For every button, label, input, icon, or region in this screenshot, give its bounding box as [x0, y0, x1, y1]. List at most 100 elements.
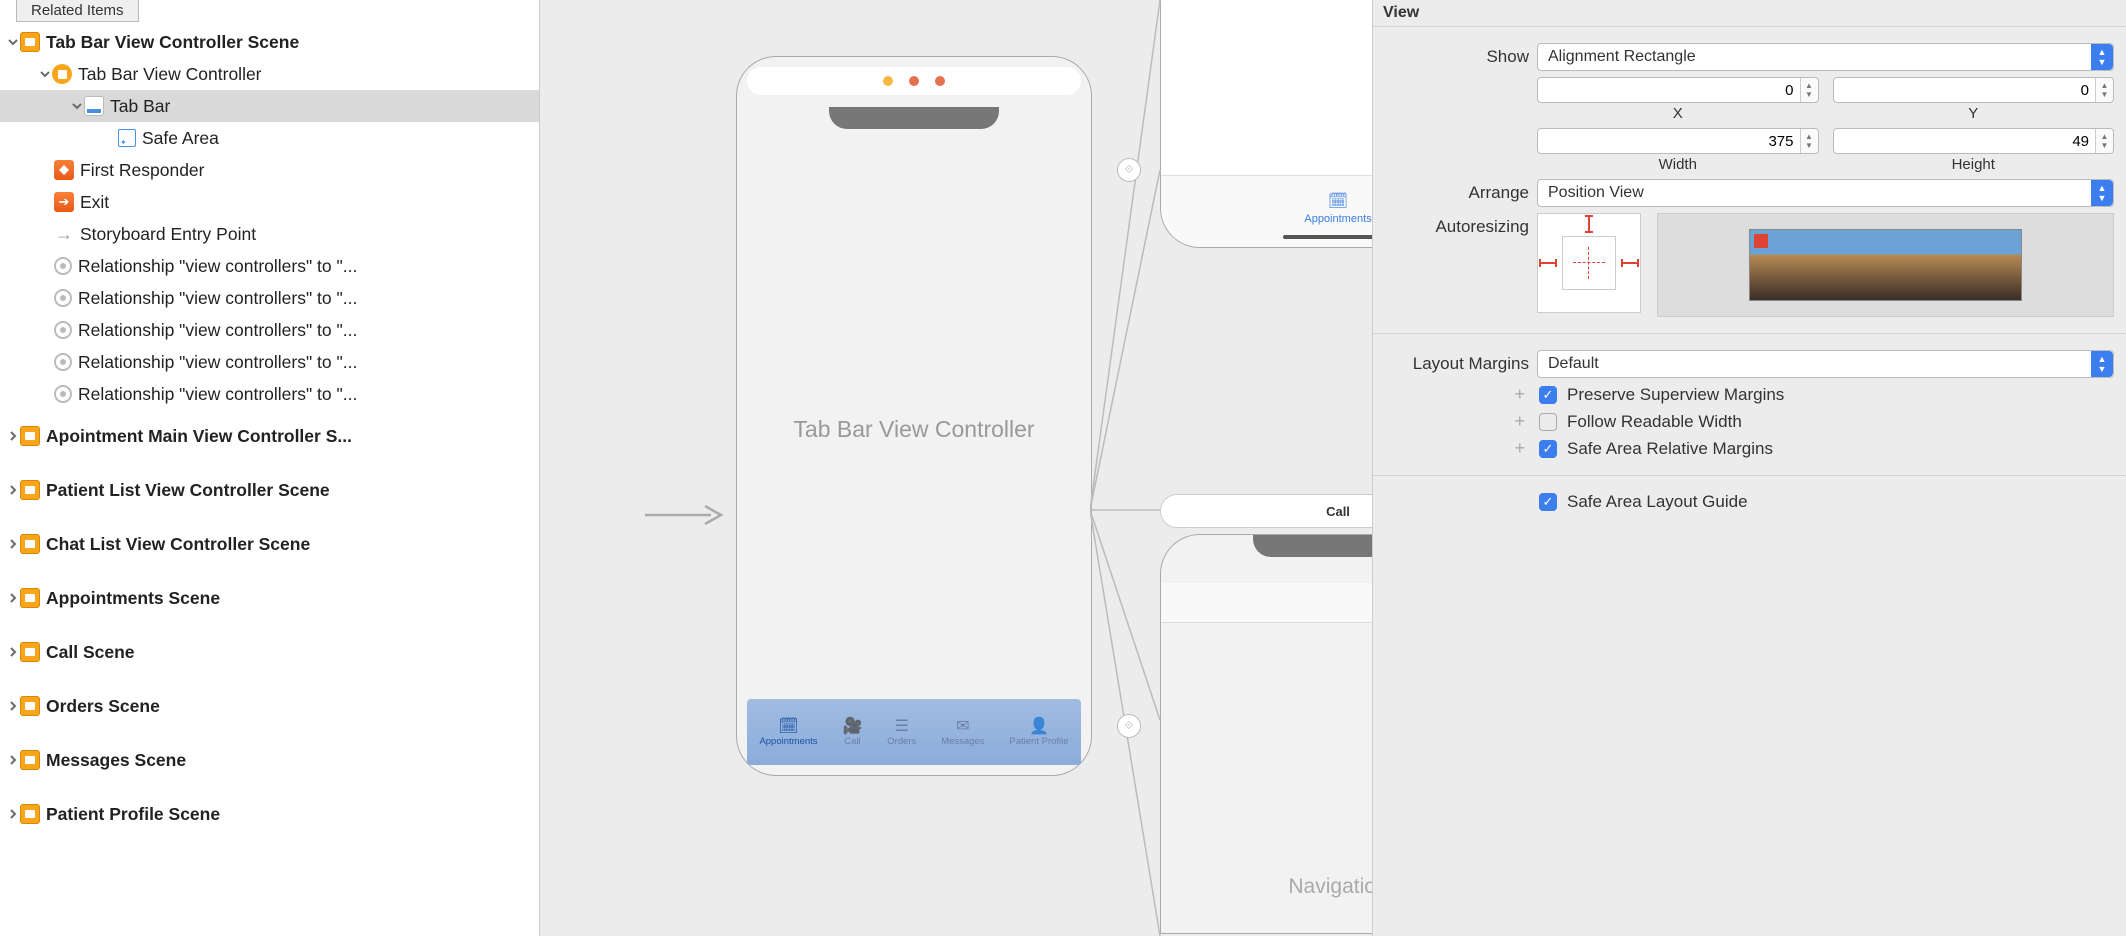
relationship-node[interactable]: Relationship "view controllers" to "...	[0, 378, 539, 410]
tab-patient-profile[interactable]: 👤Patient Profile	[1009, 717, 1068, 747]
add-constraint-button[interactable]: +	[1385, 438, 1529, 459]
safearea-node[interactable]: Safe Area	[0, 122, 539, 154]
height-value[interactable]	[1834, 133, 2096, 150]
add-constraint-button[interactable]: +	[1385, 411, 1529, 432]
tabbar-vc-node[interactable]: Tab Bar View Controller	[0, 58, 539, 90]
x-value[interactable]	[1538, 82, 1800, 99]
tabbar-node[interactable]: Tab Bar	[0, 90, 539, 122]
chevron-right-icon[interactable]	[6, 807, 20, 821]
chevron-right-icon[interactable]	[6, 753, 20, 767]
relationship-node[interactable]: Relationship "view controllers" to "...	[0, 346, 539, 378]
y-input[interactable]: ▲▼	[1833, 77, 2115, 103]
scene-node[interactable]: Chat List View Controller Scene	[0, 528, 539, 560]
safearea-label: Safe Area	[142, 128, 219, 149]
safearea-margins-checkbox[interactable]	[1539, 440, 1557, 458]
scene-label: Tab Bar View Controller Scene	[46, 32, 299, 53]
strut-left[interactable]	[1539, 262, 1557, 264]
appointments-scene-frame[interactable]: 🗓 Appointments	[1160, 0, 1372, 248]
height-input[interactable]: ▲▼	[1833, 128, 2115, 154]
chevron-right-icon[interactable]	[6, 429, 20, 443]
scene-label: Orders Scene	[46, 696, 160, 717]
scene-node[interactable]: Messages Scene	[0, 744, 539, 776]
stepper-icon[interactable]: ▲▼	[1800, 78, 1818, 102]
scene-node[interactable]: Orders Scene	[0, 690, 539, 722]
arrange-dropdown[interactable]: Position View ▲▼	[1537, 179, 2114, 207]
width-value[interactable]	[1538, 133, 1800, 150]
safearea-guide-checkbox[interactable]	[1539, 493, 1557, 511]
scene-node[interactable]: Appointments Scene	[0, 582, 539, 614]
tab-orders[interactable]: ☰Orders	[887, 717, 916, 747]
exit-node[interactable]: Exit	[0, 186, 539, 218]
stepper-icon[interactable]: ▲▼	[1800, 129, 1818, 153]
tab-label: Appointments	[759, 736, 817, 747]
document-outline-panel: Related Items Tab Bar View Controller Sc…	[0, 0, 540, 936]
size-inspector-panel: View Show Alignment Rectangle ▲▼ ▲▼ X ▲▼…	[1372, 0, 2126, 936]
chevron-right-icon[interactable]	[6, 591, 20, 605]
arrange-label: Arrange	[1385, 183, 1529, 203]
call-scene-frame[interactable]: Navigation	[1160, 534, 1372, 934]
relationship-node[interactable]: Relationship "view controllers" to "...	[0, 282, 539, 314]
chevron-down-icon[interactable]	[70, 99, 84, 113]
call-scene-title[interactable]: Call	[1160, 494, 1372, 528]
scene-node[interactable]: Apointment Main View Controller S...	[0, 420, 539, 452]
scene-title-strip[interactable]	[747, 67, 1081, 95]
relationship-icon	[54, 321, 72, 339]
autoresize-inner[interactable]	[1562, 236, 1616, 290]
strut-right[interactable]	[1621, 262, 1639, 264]
add-constraint-button[interactable]: +	[1385, 384, 1529, 405]
scene-tabbar-vc[interactable]: Tab Bar View Controller Scene	[0, 26, 539, 58]
tabbar-vc-frame[interactable]: Tab Bar View Controller 🗓Appointments 🎥C…	[736, 56, 1092, 776]
inspector-header: View	[1373, 0, 2126, 27]
stepper-icon[interactable]: ▲▼	[2095, 78, 2113, 102]
segue-icon[interactable]: ⟐	[1117, 714, 1141, 738]
checkbox-label: Safe Area Layout Guide	[1567, 492, 1748, 512]
scene-icon	[20, 480, 40, 500]
segue-icon[interactable]: ⟐	[1117, 158, 1141, 182]
layout-margins-dropdown[interactable]: Default ▲▼	[1537, 350, 2114, 378]
scene-label: Call Scene	[46, 642, 135, 663]
dropdown-value: Alignment Rectangle	[1548, 48, 1696, 66]
width-caption: Width	[1659, 156, 1697, 173]
chevron-right-icon[interactable]	[6, 699, 20, 713]
relationship-icon	[54, 385, 72, 403]
chevron-right-icon[interactable]	[6, 483, 20, 497]
appointments-bottom-tab: 🗓 Appointments	[1161, 175, 1372, 247]
scene-tree: Tab Bar View Controller Scene Tab Bar Vi…	[0, 22, 539, 830]
stepper-icon[interactable]: ▲▼	[2095, 129, 2113, 153]
strut-top[interactable]	[1588, 215, 1590, 233]
checkbox-label: Follow Readable Width	[1567, 412, 1742, 432]
tab-messages[interactable]: ✉Messages	[941, 717, 984, 747]
scene-label: Apointment Main View Controller S...	[46, 426, 352, 447]
chevron-updown-icon: ▲▼	[2091, 180, 2113, 206]
chevron-down-icon[interactable]	[38, 67, 52, 81]
scene-node[interactable]: Patient Profile Scene	[0, 798, 539, 830]
chevron-right-icon[interactable]	[6, 537, 20, 551]
exit-icon	[54, 192, 74, 212]
chevron-right-icon[interactable]	[6, 645, 20, 659]
navigation-bar	[1161, 583, 1372, 623]
relationship-node[interactable]: Relationship "view controllers" to "...	[0, 250, 539, 282]
chevron-down-icon[interactable]	[6, 35, 20, 49]
scene-node[interactable]: Patient List View Controller Scene	[0, 474, 539, 506]
tab-appointments[interactable]: 🗓Appointments	[759, 717, 817, 747]
video-icon: 🎥	[842, 717, 862, 735]
entry-arrow-icon	[54, 224, 74, 244]
show-dropdown[interactable]: Alignment Rectangle ▲▼	[1537, 43, 2114, 71]
preview-image	[1749, 229, 2022, 300]
storyboard-canvas[interactable]: Tab Bar View Controller 🗓Appointments 🎥C…	[540, 0, 1372, 936]
relationship-node[interactable]: Relationship "view controllers" to "...	[0, 314, 539, 346]
scene-node[interactable]: Call Scene	[0, 636, 539, 668]
first-responder-node[interactable]: First Responder	[0, 154, 539, 186]
related-items-tab[interactable]: Related Items	[16, 0, 139, 22]
x-input[interactable]: ▲▼	[1537, 77, 1819, 103]
autoresizing-control[interactable]	[1537, 213, 1641, 313]
entry-point-node[interactable]: Storyboard Entry Point	[0, 218, 539, 250]
home-indicator	[1283, 235, 1372, 239]
preserve-margins-checkbox[interactable]	[1539, 386, 1557, 404]
tab-bar[interactable]: 🗓Appointments 🎥Call ☰Orders ✉Messages 👤P…	[747, 699, 1081, 765]
y-value[interactable]	[1834, 82, 2096, 99]
width-input[interactable]: ▲▼	[1537, 128, 1819, 154]
readable-width-checkbox[interactable]	[1539, 413, 1557, 431]
scene-icon	[20, 588, 40, 608]
tab-call[interactable]: 🎥Call	[842, 717, 862, 747]
